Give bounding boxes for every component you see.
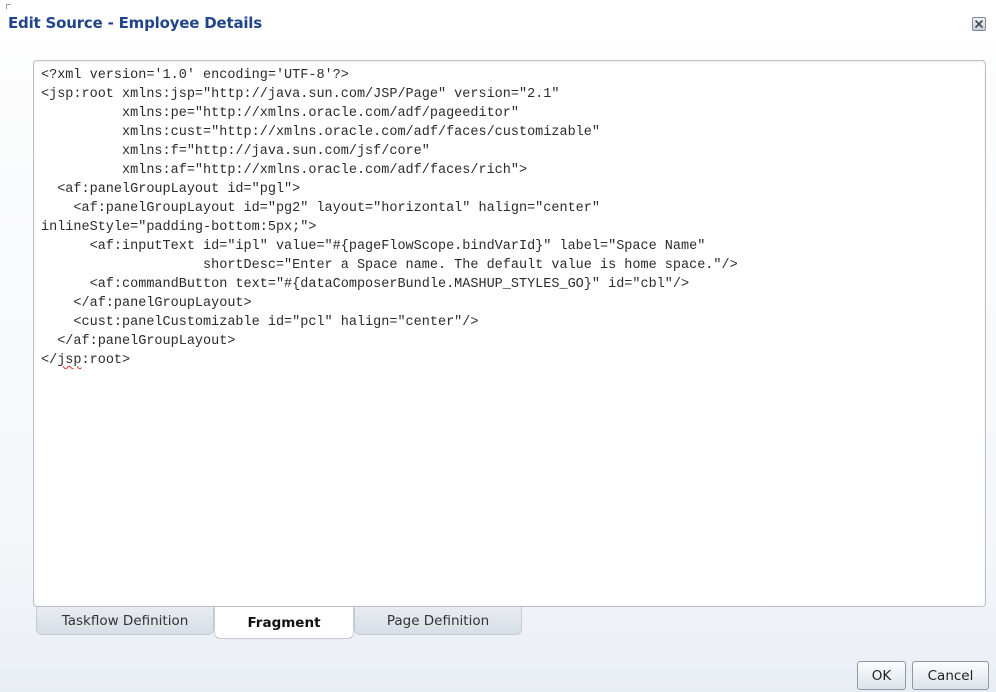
code-line: xmlns:f="http://java.sun.com/jsf/core" <box>41 144 430 159</box>
editor-tab-bar: Taskflow Definition Fragment Page Defini… <box>33 607 986 641</box>
ok-button[interactable]: OK <box>857 661 906 690</box>
edit-source-dialog: Edit Source - Employee Details <?xml ver… <box>0 0 996 692</box>
source-editor[interactable]: <?xml version='1.0' encoding='UTF-8'?> <… <box>33 60 986 607</box>
code-line: <af:inputText id="ipl" value="#{pageFlow… <box>41 239 706 254</box>
code-line: <jsp:root xmlns:jsp="http://java.sun.com… <box>41 87 560 102</box>
code-line: <cust:panelCustomizable id="pcl" halign=… <box>41 315 479 330</box>
code-line: <?xml version='1.0' encoding='UTF-8'?> <box>41 68 349 83</box>
code-line: <af:commandButton text="#{dataComposerBu… <box>41 277 690 292</box>
code-line: <af:panelGroupLayout id="pgl"> <box>41 182 301 197</box>
code-line: <af:panelGroupLayout id="pg2" layout="ho… <box>41 201 600 216</box>
dialog-title: Edit Source - Employee Details <box>8 14 262 32</box>
code-line: inlineStyle="padding-bottom:5px;"> <box>41 220 317 235</box>
close-icon <box>975 20 983 28</box>
tab-taskflow-definition[interactable]: Taskflow Definition <box>36 607 214 635</box>
tab-page-definition[interactable]: Page Definition <box>354 607 522 635</box>
code-line-last: </jsp:root> <box>41 353 130 368</box>
code-line: </af:panelGroupLayout> <box>41 296 252 311</box>
resize-corner-mark <box>6 4 11 9</box>
code-text: </ <box>41 353 58 368</box>
source-code-text[interactable]: <?xml version='1.0' encoding='UTF-8'?> <… <box>41 66 979 600</box>
code-line: xmlns:cust="http://xmlns.oracle.com/adf/… <box>41 125 600 140</box>
spelling-error-word: jsp <box>57 353 82 368</box>
code-line: xmlns:pe="http://xmlns.oracle.com/adf/pa… <box>41 106 519 121</box>
code-line: shortDesc="Enter a Space name. The defau… <box>41 258 738 273</box>
tab-fragment[interactable]: Fragment <box>214 607 354 639</box>
close-button[interactable] <box>972 17 986 31</box>
cancel-button[interactable]: Cancel <box>912 661 989 690</box>
code-line: xmlns:af="http://xmlns.oracle.com/adf/fa… <box>41 163 528 178</box>
code-text: :root> <box>81 353 131 368</box>
code-line: </af:panelGroupLayout> <box>41 334 236 349</box>
